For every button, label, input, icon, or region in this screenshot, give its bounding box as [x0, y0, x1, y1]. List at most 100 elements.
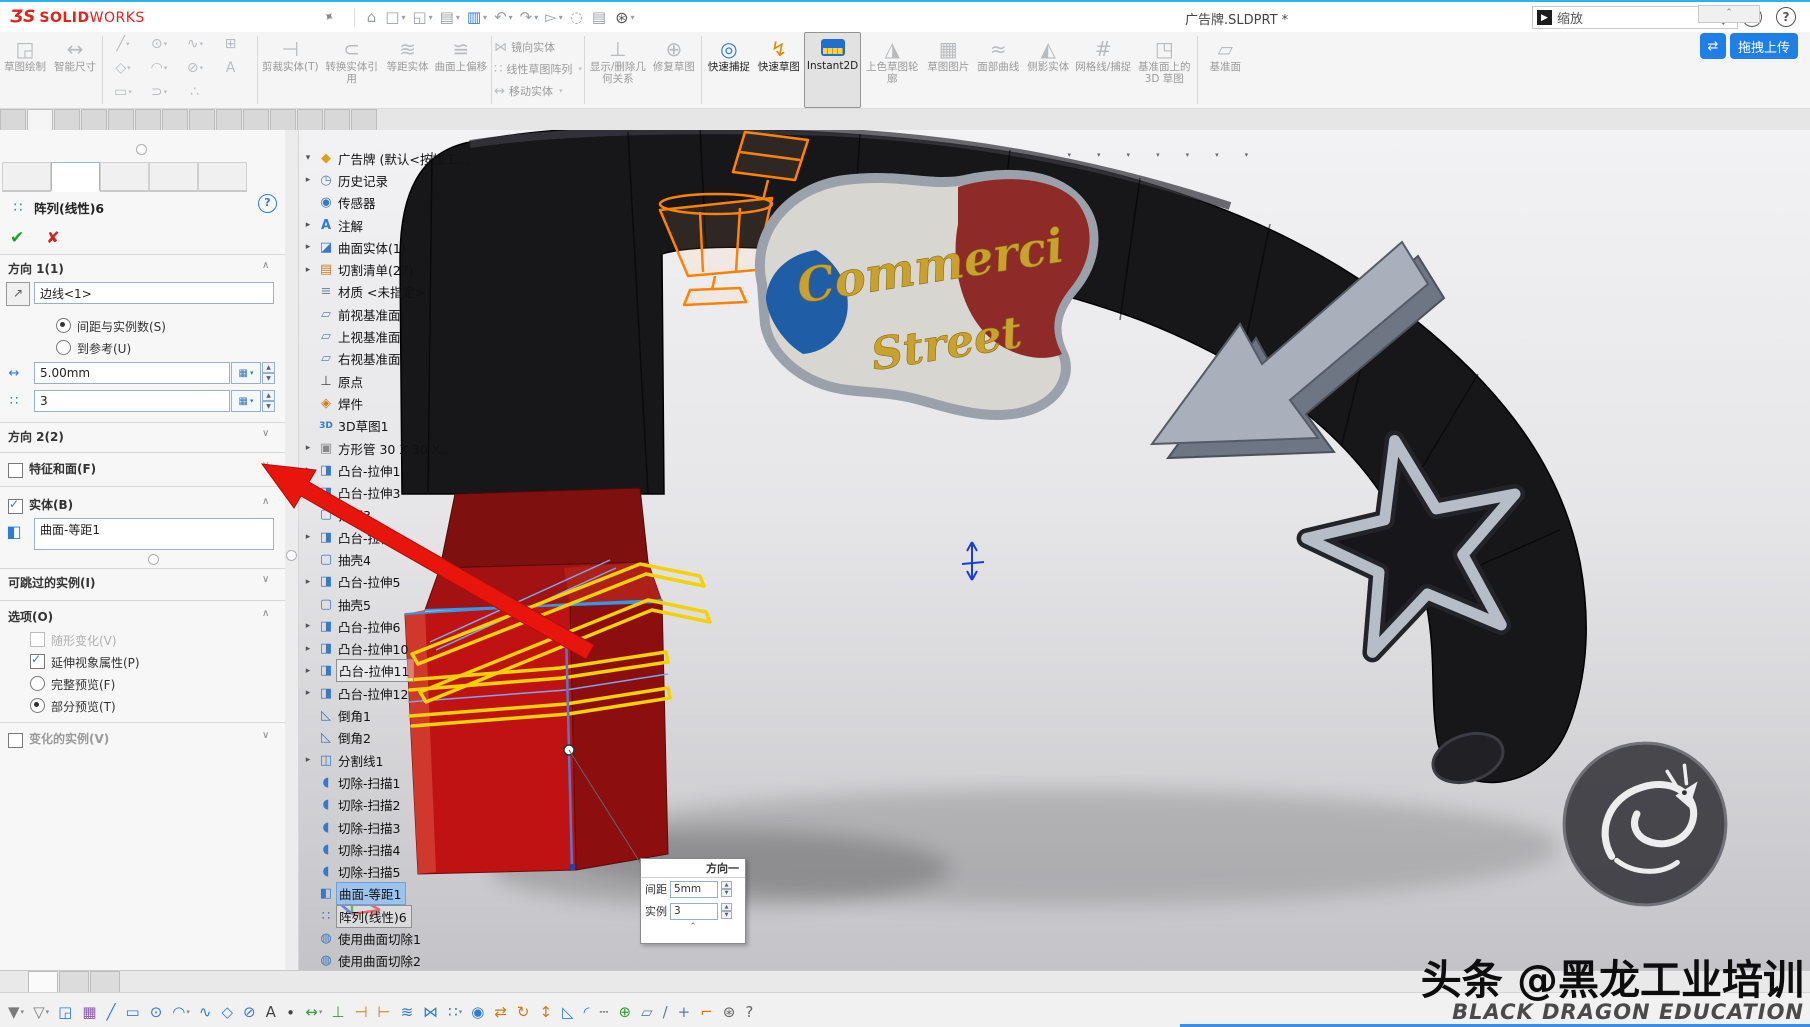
search-input[interactable]: 缩放 — [1557, 8, 1712, 27]
expand-icon[interactable]: ∨ — [262, 460, 269, 471]
ellipse-icon[interactable]: ⊘ — [243, 1003, 257, 1021]
tree-item[interactable]: ▸ ◨ 凸台-拉伸3 — [300, 481, 474, 503]
tree-item[interactable]: ▸ ◨ 凸台-拉伸6 — [300, 615, 474, 637]
previous-view-icon[interactable] — [992, 146, 1015, 165]
tree-item[interactable]: ▢ 抽壳4 — [300, 548, 474, 570]
expand-arrow-icon[interactable]: ▸ — [300, 532, 316, 542]
instance-count-input[interactable]: 3 — [34, 390, 230, 412]
sketch-icon[interactable]: ◲ — [58, 1003, 73, 1021]
tree-item[interactable]: ▱ 前视基准面 — [300, 303, 474, 325]
convert-entities-button[interactable]: ⊂ 转换实体引用 — [321, 34, 383, 87]
display-style-icon[interactable]: ▾ — [1107, 146, 1134, 165]
ellipse-icon[interactable]: ⊘ ▾ — [177, 56, 213, 80]
expand-arrow-icon[interactable]: ▸ — [300, 242, 316, 252]
display-relations-button[interactable]: ⊥ 显示/删除几何关系 — [587, 34, 649, 87]
tree-item[interactable]: ▸ ◨ 凸台-拉伸5 — [300, 571, 474, 593]
expand-arrow-icon[interactable]: ▸ — [300, 666, 316, 676]
command-tab[interactable] — [216, 109, 242, 131]
tree-item[interactable]: ◺ 倒角1 — [300, 704, 474, 726]
settings-gear-icon[interactable]: ⊛ ▾ — [615, 8, 634, 27]
rapid-sketch-button[interactable]: ↯ 快速草图 — [754, 34, 804, 76]
open-file-icon[interactable]: ◱ ▾ — [412, 8, 432, 26]
bodies-input[interactable]: 曲面-等距1 — [34, 518, 274, 550]
features-faces-header[interactable]: 特征和面(F) — [8, 460, 96, 477]
fillet-icon[interactable]: ◜ — [584, 1003, 591, 1021]
tree-item[interactable]: ▸ ◨ 凸台-拉伸10 — [300, 638, 474, 660]
save-icon[interactable]: ▤ ▾ — [440, 8, 460, 26]
count-spinner[interactable]: ▲▼ — [262, 390, 275, 412]
tree-item[interactable]: ◖ 切除-扫描1 — [300, 771, 474, 793]
print-icon[interactable]: ▥ ▾ — [467, 8, 487, 26]
grid-snap-button[interactable]: # 网格线/捕捉 — [1073, 34, 1133, 76]
sign-board[interactable]: Commerci Street — [760, 175, 1094, 415]
pm-tab-configurationmanager[interactable] — [100, 162, 149, 192]
swap-icon[interactable]: ⇄ — [1700, 33, 1726, 59]
propagate-visual-checkbox[interactable]: 延伸视象属性(P) — [30, 652, 140, 671]
tab-3d-views[interactable] — [59, 971, 89, 993]
command-tab[interactable] — [54, 109, 80, 131]
varying-instances-header[interactable]: 变化的实例(V) — [8, 730, 109, 747]
face-curves-button[interactable]: ≈ 面部曲线 — [973, 34, 1023, 76]
callout-instances-spinner[interactable]: ▲▼ — [721, 903, 732, 919]
expand-arrow-icon[interactable]: ▸ — [300, 644, 316, 654]
tree-item[interactable]: ◍ 使用曲面切除2 — [300, 950, 474, 970]
tree-item[interactable]: ▸ ▤ 切割清单(27) — [300, 258, 474, 280]
hide-show-items-icon[interactable]: ▾ — [1136, 146, 1163, 165]
expand-arrow-icon[interactable]: ▸ — [300, 443, 316, 453]
sketch-button[interactable]: ◲ 草图绘制 — [0, 34, 50, 76]
tree-item[interactable]: ◧ 曲面-等距1 — [300, 883, 474, 905]
tree-item[interactable]: ▸ ◨ 凸台-拉伸4 — [300, 526, 474, 548]
mirror-icon[interactable]: ⋈ — [423, 1003, 439, 1021]
menu-item[interactable] — [173, 12, 197, 22]
pattern-callout[interactable]: 方向一 间距 5mm ▲▼ 实例 3 ▲▼ ⌃ — [640, 858, 746, 944]
trim-icon[interactable]: ⊣ — [354, 1003, 368, 1021]
arc-icon[interactable]: ◠ ▾ — [141, 56, 177, 80]
linear-pattern-icon[interactable]: ∷ ▾ — [448, 1003, 462, 1021]
plane-button[interactable]: ▱ 基准面 — [1200, 34, 1250, 76]
grid-icon[interactable]: ▦ — [82, 1003, 97, 1021]
view-settings-icon[interactable]: ▾ — [1225, 146, 1252, 165]
slot-icon[interactable]: ▭ ▾ — [105, 80, 141, 104]
command-tab[interactable] — [135, 109, 161, 131]
tree-item[interactable]: ▸ ◨ 凸台-拉伸1 — [300, 459, 474, 481]
3d-sketch-on-plane-button[interactable]: ◳ 基准面上的 3D 草图 — [1133, 34, 1195, 87]
linear-sketch-pattern-button[interactable]: ∷ 线性草图阵列 ▾ — [494, 58, 582, 80]
collapse-icon[interactable]: ∧ — [262, 608, 269, 619]
polygon-icon[interactable]: ◇ — [221, 1003, 234, 1021]
expand-icon[interactable]: ∨ — [262, 428, 269, 439]
instant2d-button[interactable]: Instant2D — [804, 32, 861, 108]
command-tab[interactable] — [108, 109, 134, 131]
up-to-reference-radio[interactable]: 到参考(U) — [56, 338, 131, 357]
spacing-input[interactable]: 5.00mm — [34, 362, 230, 384]
expand-icon[interactable]: ∨ — [262, 574, 269, 585]
command-tab[interactable] — [324, 109, 350, 131]
tree-item[interactable]: ◈ 焊件 — [300, 392, 474, 414]
ok-button[interactable]: ✔ — [10, 228, 24, 248]
tree-item[interactable]: ▱ 上视基准面 — [300, 325, 474, 347]
tree-item[interactable]: ▱ 右视基准面 — [300, 348, 474, 370]
sketch-picture-button[interactable]: ▦ 草图图片 — [923, 34, 973, 76]
circular-pattern-icon[interactable]: ◉ — [471, 1003, 485, 1021]
rectangle-icon[interactable]: ▭ — [126, 1003, 141, 1021]
tree-item[interactable]: ◺ 倒角2 — [300, 727, 474, 749]
line-icon[interactable]: ╱ ▾ — [105, 32, 141, 56]
select-icon[interactable]: ▼ ▾ — [8, 1003, 24, 1021]
expand-arrow-icon[interactable]: ▸ — [300, 755, 316, 765]
command-tab[interactable] — [351, 109, 377, 131]
apply-scene-icon[interactable]: ▾ — [1195, 146, 1222, 165]
command-tab[interactable] — [0, 109, 26, 131]
rectangle-icon[interactable]: ⊞ — [213, 32, 249, 56]
callout-spacing-spinner[interactable]: ▲▼ — [721, 881, 732, 897]
silhouette-entities-button[interactable]: ◭ 侧影实体 — [1023, 34, 1073, 76]
tab-model[interactable] — [28, 971, 58, 993]
mirror-entities-button[interactable]: ⋈ 镜向实体 — [494, 36, 582, 58]
point-icon[interactable]: ∴ — [177, 80, 213, 104]
menu-item[interactable] — [197, 12, 221, 22]
pm-tab-displaymanager[interactable] — [198, 162, 247, 192]
tree-item[interactable]: ≡ 材质 <未指定> — [300, 281, 474, 303]
reverse-direction-button[interactable]: ↗ — [6, 282, 30, 306]
circle-icon[interactable]: ⊙ — [150, 1003, 164, 1021]
scale-icon[interactable]: ↕ — [539, 1003, 553, 1021]
command-tab[interactable] — [27, 109, 53, 131]
lasso-select-icon[interactable]: ▽ ▾ — [33, 1003, 49, 1021]
